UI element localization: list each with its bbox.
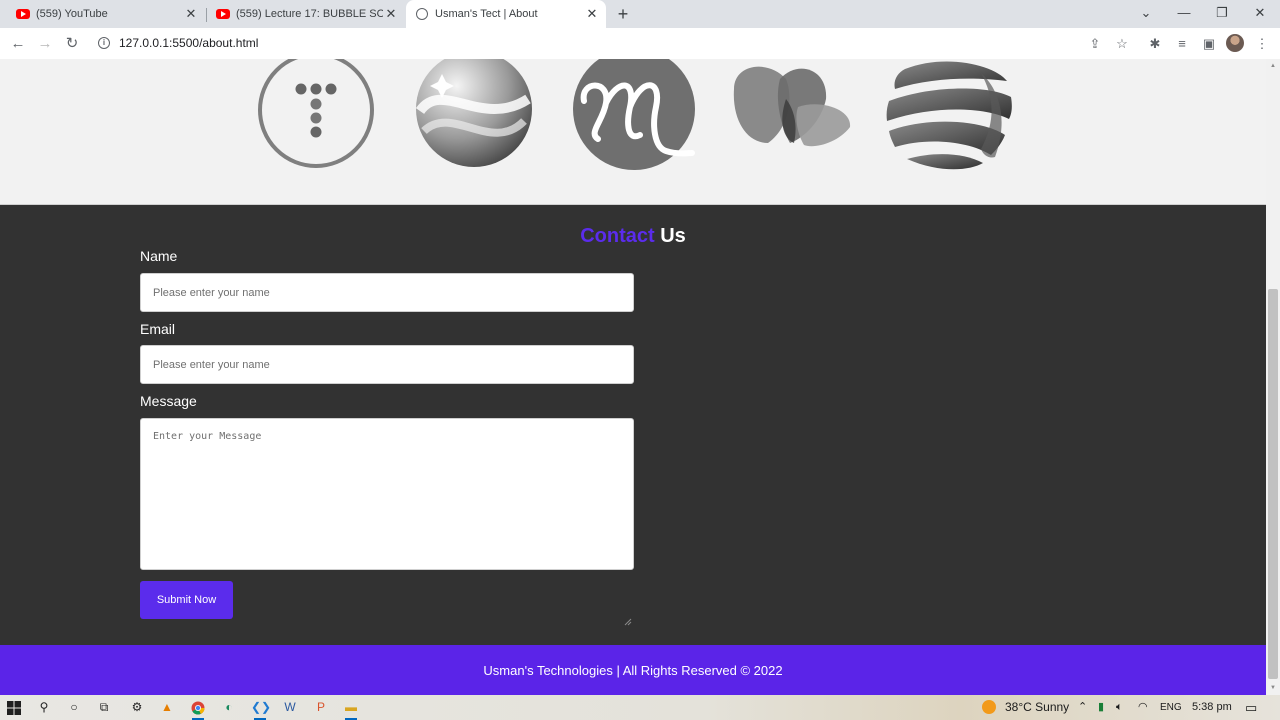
vscode-icon[interactable]: ❮❯	[251, 699, 271, 720]
address-bar[interactable]: i 127.0.0.1:5500/about.html	[92, 31, 1140, 56]
page-viewport: Contact Us Name Email Message Submit Now…	[0, 59, 1266, 695]
windows-taskbar: ⚲ ○ ⧉ ⚙ ▲ ◐ ❮❯ W P ▬ 38°C Sunny ⌃ ▮ 🔈︎ ◠…	[0, 695, 1280, 720]
name-input[interactable]	[140, 273, 634, 312]
extensions-icon[interactable]: ✱	[1145, 34, 1165, 54]
tab-about-page[interactable]: Usman's Tect | About ✕	[406, 0, 606, 28]
system-clock[interactable]: 5:38 pm	[1192, 695, 1232, 720]
name-label: Name	[140, 248, 178, 264]
task-view-icon[interactable]: ⧉	[95, 699, 113, 716]
vlc-icon[interactable]: ▲	[158, 699, 176, 716]
language-indicator[interactable]: ENG	[1160, 695, 1182, 720]
contact-section: Contact Us Name Email Message Submit Now	[0, 205, 1266, 645]
back-button[interactable]: ←	[7, 33, 29, 55]
windows-start-icon[interactable]	[7, 701, 21, 715]
wifi-icon[interactable]: ◠	[1138, 695, 1148, 720]
tab-youtube[interactable]: (559) YouTube ✕	[0, 0, 205, 28]
settings-gear-icon[interactable]: ⚙	[128, 699, 146, 716]
swirl-sphere-logo	[415, 59, 532, 167]
reload-button[interactable]: ↻	[61, 33, 83, 55]
resize-grip-icon[interactable]	[624, 618, 632, 626]
contact-heading: Contact Us	[0, 225, 1266, 248]
t-dots-logo	[258, 59, 374, 168]
side-panel-icon[interactable]: ▣	[1199, 34, 1219, 54]
menu-kebab-icon[interactable]: ⋮	[1252, 34, 1272, 54]
globe-icon	[416, 8, 428, 20]
tab-search-icon[interactable]: ⌄	[1127, 0, 1165, 28]
youtube-icon	[16, 9, 30, 19]
new-tab-button[interactable]: +	[613, 4, 633, 24]
cortana-icon[interactable]: ○	[65, 699, 83, 716]
notification-center-icon[interactable]: ▭	[1245, 695, 1257, 720]
search-icon[interactable]: ⚲	[35, 699, 53, 716]
m-script-logo	[573, 59, 695, 170]
chrome-icon[interactable]	[189, 699, 207, 720]
contact-heading-rest: Us	[660, 225, 686, 247]
message-label: Message	[140, 393, 197, 409]
close-tab-icon[interactable]: ✕	[383, 6, 399, 22]
share-icon[interactable]: ⇪	[1085, 34, 1105, 54]
restore-button[interactable]: ❐	[1203, 0, 1241, 28]
partner-logos-section	[0, 59, 1266, 205]
tray-overflow-chevron-icon[interactable]: ⌃	[1078, 695, 1087, 720]
bookmark-star-icon[interactable]: ☆	[1112, 34, 1132, 54]
submit-button[interactable]: Submit Now	[140, 581, 233, 619]
weather-sun-icon[interactable]	[982, 700, 996, 714]
close-tab-icon[interactable]: ✕	[183, 6, 199, 22]
site-info-icon[interactable]: i	[98, 37, 110, 49]
email-input[interactable]	[140, 345, 634, 384]
forward-button[interactable]: →	[34, 33, 56, 55]
scroll-up-arrow-icon[interactable]: ▲	[1269, 62, 1277, 70]
scroll-down-arrow-icon[interactable]: ▼	[1269, 684, 1277, 692]
weather-text[interactable]: 38°C Sunny	[1005, 695, 1069, 720]
minimize-button[interactable]: —	[1165, 0, 1203, 28]
close-window-button[interactable]: ✕	[1241, 0, 1279, 28]
tab-bubble-sort-lecture[interactable]: (559) Lecture 17: BUBBLE SORT in ✕	[200, 0, 405, 28]
profile-avatar[interactable]	[1226, 34, 1244, 52]
tab-title: Usman's Tect | About	[435, 8, 538, 20]
edge-icon[interactable]: ◐	[220, 699, 238, 716]
leaves-logo	[733, 66, 851, 147]
message-textarea[interactable]	[140, 418, 634, 570]
email-label: Email	[140, 321, 176, 337]
file-explorer-icon[interactable]: ▬	[342, 699, 360, 720]
url-text: 127.0.0.1:5500/about.html	[119, 36, 259, 50]
reading-list-icon[interactable]: ≡	[1172, 34, 1192, 54]
page-footer: Usman's Technologies | All Rights Reserv…	[0, 645, 1266, 695]
word-icon[interactable]: W	[281, 699, 299, 716]
tab-title: (559) YouTube	[36, 8, 108, 20]
ribbon-globe-logo	[886, 61, 1012, 170]
contact-heading-accent: Contact	[580, 225, 655, 247]
browser-tab-strip: (559) YouTube ✕ (559) Lecture 17: BUBBLE…	[0, 0, 1280, 28]
browser-toolbar: ← → ↻ i 127.0.0.1:5500/about.html ⇪ ☆ ✱ …	[0, 28, 1280, 59]
footer-copyright: Usman's Technologies | All Rights Reserv…	[483, 663, 783, 678]
volume-icon[interactable]: 🔈︎	[1116, 695, 1123, 720]
youtube-icon	[216, 9, 230, 19]
tab-title: (559) Lecture 17: BUBBLE SORT in	[236, 8, 383, 20]
scroll-thumb[interactable]	[1268, 289, 1278, 679]
close-tab-icon[interactable]: ✕	[584, 6, 600, 22]
powerpoint-icon[interactable]: P	[312, 699, 330, 716]
page-scrollbar[interactable]: ▲ ▼	[1266, 59, 1280, 695]
battery-icon[interactable]: ▮	[1098, 695, 1104, 720]
